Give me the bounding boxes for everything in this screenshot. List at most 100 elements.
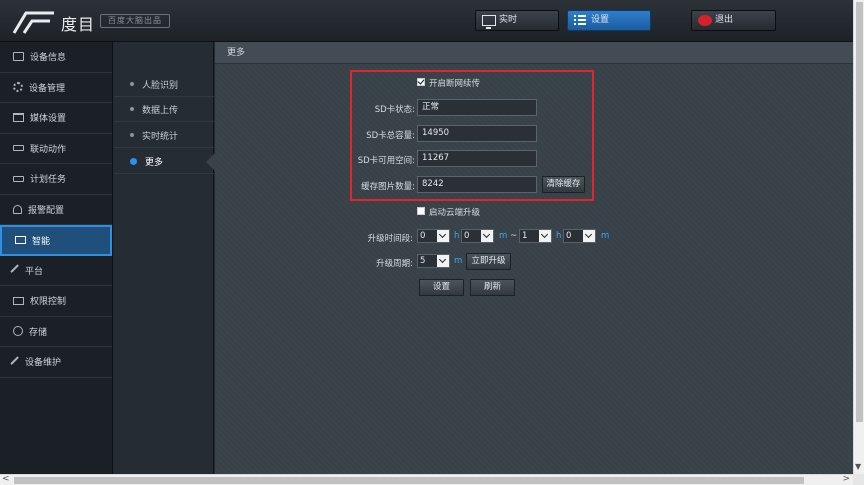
cache-count-field: 8242 bbox=[417, 176, 537, 193]
minute-unit: m bbox=[601, 231, 610, 241]
sidebar-item-label: 计划任务 bbox=[30, 175, 67, 186]
logo-icon bbox=[12, 11, 54, 34]
sidebar-item-maintenance[interactable]: 设备维护 bbox=[0, 347, 112, 378]
clear-cache-button[interactable]: 清除缓存 bbox=[542, 176, 585, 193]
main-panel: 更多 开启断网续传 SD卡状态: 正常 SD卡总容量: 14950 SD卡可用空… bbox=[215, 42, 853, 474]
live-button-label: 实时 bbox=[499, 15, 518, 25]
horizontal-scroll-thumb[interactable] bbox=[14, 477, 804, 484]
upgrade-period-label: 升级周期: bbox=[376, 259, 413, 269]
sidebar-item-media-settings[interactable]: 媒体设置 bbox=[0, 103, 112, 134]
media-icon bbox=[13, 113, 24, 123]
start-minute-select[interactable]: 0 bbox=[461, 229, 494, 243]
range-separator: ~ bbox=[510, 231, 518, 241]
resume-checkbox[interactable] bbox=[417, 78, 425, 86]
subnav-item-label: 更多 bbox=[145, 157, 164, 168]
gear-icon bbox=[13, 82, 23, 93]
subnav-item-more[interactable]: 更多 bbox=[114, 149, 215, 174]
logo-text: 度目 bbox=[61, 15, 96, 34]
chevron-down-icon bbox=[539, 230, 551, 242]
upgrade-period-value: 5 bbox=[420, 256, 426, 266]
start-hour-select[interactable]: 0 bbox=[417, 229, 450, 243]
sd-free-label: SD卡可用空间: bbox=[357, 156, 415, 166]
chevron-down-icon bbox=[437, 230, 449, 242]
sidebar-item-device-management[interactable]: 设备管理 bbox=[0, 73, 112, 103]
upgrade-now-button[interactable]: 立即升级 bbox=[466, 253, 511, 270]
lock-icon bbox=[13, 296, 24, 305]
refresh-button[interactable]: 刷新 bbox=[470, 279, 515, 296]
start-hour-value: 0 bbox=[420, 231, 426, 241]
sidebar-item-label: 报警配置 bbox=[28, 205, 65, 216]
scroll-down-icon[interactable]: ▼ bbox=[855, 462, 861, 471]
settings-button[interactable]: 设置 bbox=[567, 10, 651, 31]
chevron-down-icon bbox=[481, 230, 493, 242]
sidebar: 设备信息 设备管理 媒体设置 联动动作 计划任务 报警配置 智能 平台 权限控制… bbox=[0, 42, 113, 474]
upgrade-time-label: 升级时间段: bbox=[367, 234, 413, 244]
period-unit: m bbox=[454, 256, 463, 266]
sidebar-item-smart[interactable]: 智能 bbox=[0, 225, 112, 256]
logo-tagline: 百度大脑出品 bbox=[100, 14, 170, 28]
hour-unit: h bbox=[454, 231, 460, 241]
disk-icon bbox=[13, 326, 23, 337]
minute-unit: m bbox=[499, 231, 508, 241]
sidebar-item-label: 联动动作 bbox=[30, 144, 67, 155]
chevron-down-icon bbox=[437, 255, 449, 267]
scrollbar-corner bbox=[853, 474, 864, 485]
end-hour-select[interactable]: 1 bbox=[519, 229, 552, 243]
sidebar-item-label: 设备管理 bbox=[29, 83, 66, 94]
start-minute-value: 0 bbox=[464, 231, 470, 241]
wrench-icon bbox=[10, 264, 22, 276]
set-button[interactable]: 设置 bbox=[419, 279, 464, 296]
end-minute-value: 0 bbox=[566, 231, 572, 241]
vertical-scroll-thumb[interactable] bbox=[856, 2, 863, 422]
upgrade-period-select[interactable]: 5 bbox=[417, 254, 450, 268]
subnav-item-label: 人脸识别 bbox=[142, 80, 179, 91]
hour-unit: h bbox=[556, 231, 562, 241]
scroll-right-icon[interactable]: > bbox=[842, 474, 850, 484]
cloud-upgrade-label: 启动云端升级 bbox=[429, 208, 481, 218]
power-icon bbox=[698, 15, 712, 26]
bullet-icon bbox=[130, 107, 134, 111]
logout-button[interactable]: 退出 bbox=[691, 10, 776, 31]
subnav-item-label: 实时统计 bbox=[142, 131, 179, 142]
sidebar-item-label: 智能 bbox=[32, 236, 51, 247]
schedule-icon bbox=[13, 175, 24, 182]
sidebar-item-storage[interactable]: 存储 bbox=[0, 317, 112, 347]
end-minute-select[interactable]: 0 bbox=[563, 229, 596, 243]
wrench-icon bbox=[10, 356, 22, 368]
subnav-item-data-upload[interactable]: 数据上传 bbox=[114, 97, 214, 122]
scroll-left-icon[interactable]: < bbox=[2, 474, 10, 484]
subnav-item-realtime-stats[interactable]: 实时统计 bbox=[114, 123, 214, 148]
sidebar-item-device-info[interactable]: 设备信息 bbox=[0, 42, 112, 73]
sidebar-item-platform[interactable]: 平台 bbox=[0, 256, 112, 286]
live-button[interactable]: 实时 bbox=[475, 10, 559, 31]
alarm-icon bbox=[13, 204, 22, 214]
sidebar-item-label: 存储 bbox=[29, 327, 48, 338]
settings-button-label: 设置 bbox=[591, 15, 610, 25]
sidebar-item-alarm[interactable]: 报警配置 bbox=[0, 195, 112, 225]
sd-status-label: SD卡状态: bbox=[374, 105, 415, 115]
monitor-icon bbox=[482, 15, 496, 29]
sidebar-item-permission[interactable]: 权限控制 bbox=[0, 286, 112, 317]
vertical-scrollbar[interactable]: ▼ bbox=[853, 0, 864, 474]
cloud-upgrade-checkbox[interactable] bbox=[417, 207, 425, 215]
active-bullet-icon bbox=[130, 157, 137, 165]
sd-status-field: 正常 bbox=[417, 99, 537, 116]
sidebar-item-label: 平台 bbox=[25, 266, 44, 277]
resume-label: 开启断网续传 bbox=[429, 79, 481, 89]
camera-icon bbox=[13, 52, 24, 62]
sidebar-item-linkage[interactable]: 联动动作 bbox=[0, 134, 112, 164]
bullet-icon bbox=[130, 133, 134, 137]
page-title: 更多 bbox=[215, 42, 853, 64]
sidebar-item-schedule[interactable]: 计划任务 bbox=[0, 164, 112, 195]
sidebar-item-label: 权限控制 bbox=[30, 297, 67, 308]
logout-button-label: 退出 bbox=[715, 15, 734, 25]
sidebar-item-label: 设备维护 bbox=[25, 358, 62, 369]
list-icon bbox=[574, 15, 588, 26]
subnav-item-face-recognition[interactable]: 人脸识别 bbox=[114, 72, 214, 97]
sub-sidebar: 人脸识别 数据上传 实时统计 更多 bbox=[114, 42, 215, 474]
horizontal-scrollbar[interactable]: < > bbox=[0, 474, 853, 485]
sd-free-field: 11267 bbox=[417, 150, 537, 167]
sd-total-label: SD卡总容量: bbox=[366, 131, 415, 141]
top-header: 度目 百度大脑出品 实时 设置 退出 bbox=[0, 0, 853, 42]
bullet-icon bbox=[130, 82, 134, 86]
